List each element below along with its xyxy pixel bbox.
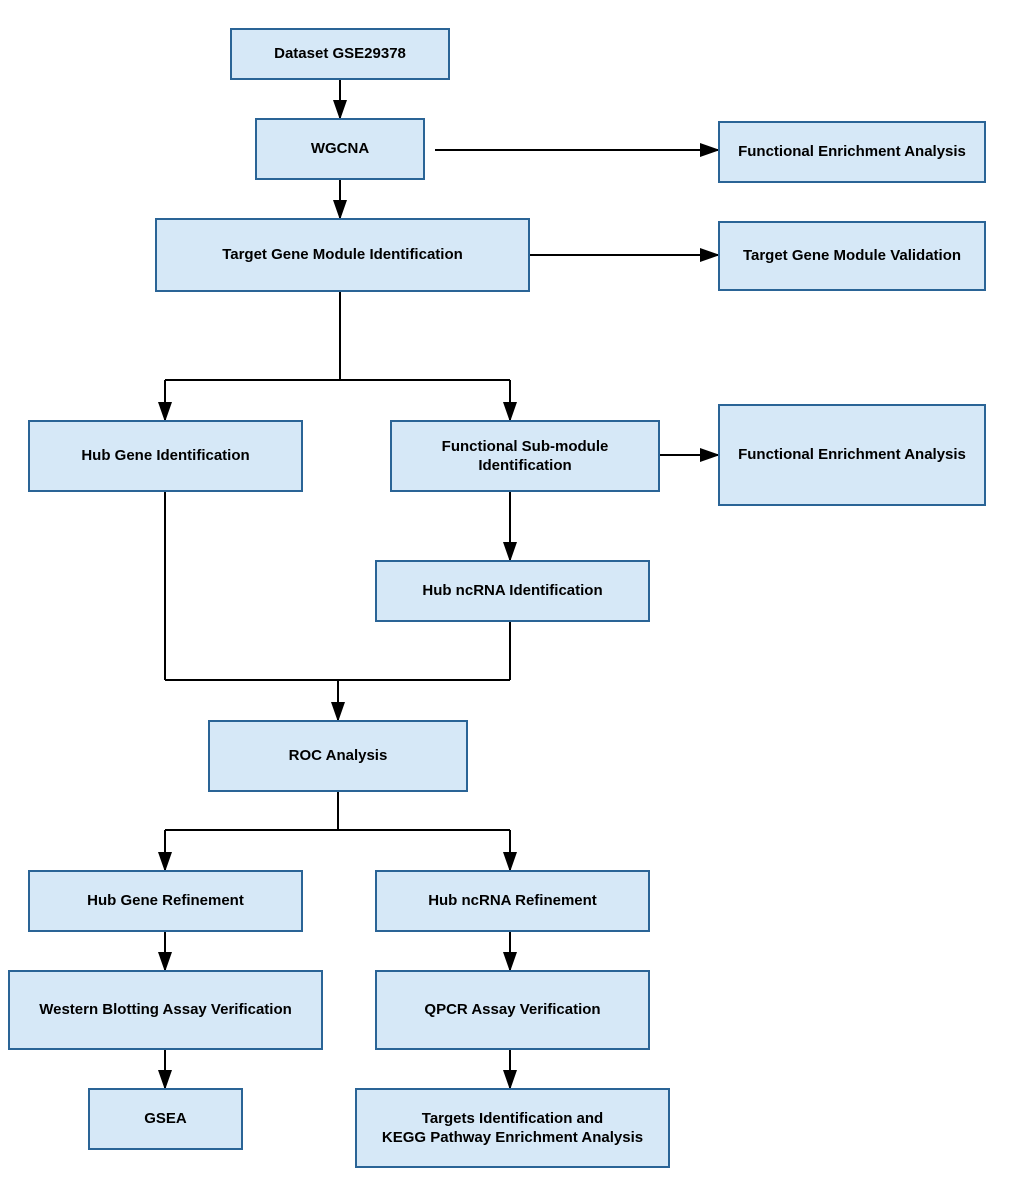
roc-analysis-box: ROC Analysis (208, 720, 468, 792)
target-gene-validation-box: Target Gene Module Validation (718, 221, 986, 291)
wgcna-label: WGCNA (311, 139, 369, 159)
qpcr-label: QPCR Assay Verification (424, 1000, 600, 1020)
flowchart: Dataset GSE29378 WGCNA Functional Enrich… (0, 0, 1020, 1182)
targets-kegg-box: Targets Identification and KEGG Pathway … (355, 1088, 670, 1168)
dataset-label: Dataset GSE29378 (274, 44, 406, 64)
western-blotting-box: Western Blotting Assay Verification (8, 970, 323, 1050)
functional-enrichment-1-label: Functional Enrichment Analysis (738, 142, 966, 162)
hub-gene-id-box: Hub Gene Identification (28, 420, 303, 492)
target-gene-module-label: Target Gene Module Identification (222, 245, 463, 265)
target-gene-validation-label: Target Gene Module Validation (743, 246, 961, 266)
hub-gene-id-label: Hub Gene Identification (81, 446, 249, 466)
hub-gene-refinement-box: Hub Gene Refinement (28, 870, 303, 932)
qpcr-box: QPCR Assay Verification (375, 970, 650, 1050)
gsea-box: GSEA (88, 1088, 243, 1150)
western-blotting-label: Western Blotting Assay Verification (39, 1000, 292, 1020)
targets-kegg-label: Targets Identification and KEGG Pathway … (382, 1109, 643, 1148)
functional-enrichment-1-box: Functional Enrichment Analysis (718, 121, 986, 183)
wgcna-box: WGCNA (255, 118, 425, 180)
hub-gene-refinement-label: Hub Gene Refinement (87, 891, 244, 911)
functional-submodule-box: Functional Sub-module Identification (390, 420, 660, 492)
dataset-box: Dataset GSE29378 (230, 28, 450, 80)
gsea-label: GSEA (144, 1109, 187, 1129)
hub-ncrna-id-label: Hub ncRNA Identification (422, 581, 602, 601)
functional-enrichment-2-label: Functional Enrichment Analysis (738, 445, 966, 465)
roc-analysis-label: ROC Analysis (289, 746, 388, 766)
hub-ncrna-refinement-box: Hub ncRNA Refinement (375, 870, 650, 932)
functional-enrichment-2-box: Functional Enrichment Analysis (718, 404, 986, 506)
hub-ncrna-refinement-label: Hub ncRNA Refinement (428, 891, 597, 911)
target-gene-module-box: Target Gene Module Identification (155, 218, 530, 292)
functional-submodule-label: Functional Sub-module Identification (442, 437, 609, 476)
hub-ncrna-id-box: Hub ncRNA Identification (375, 560, 650, 622)
